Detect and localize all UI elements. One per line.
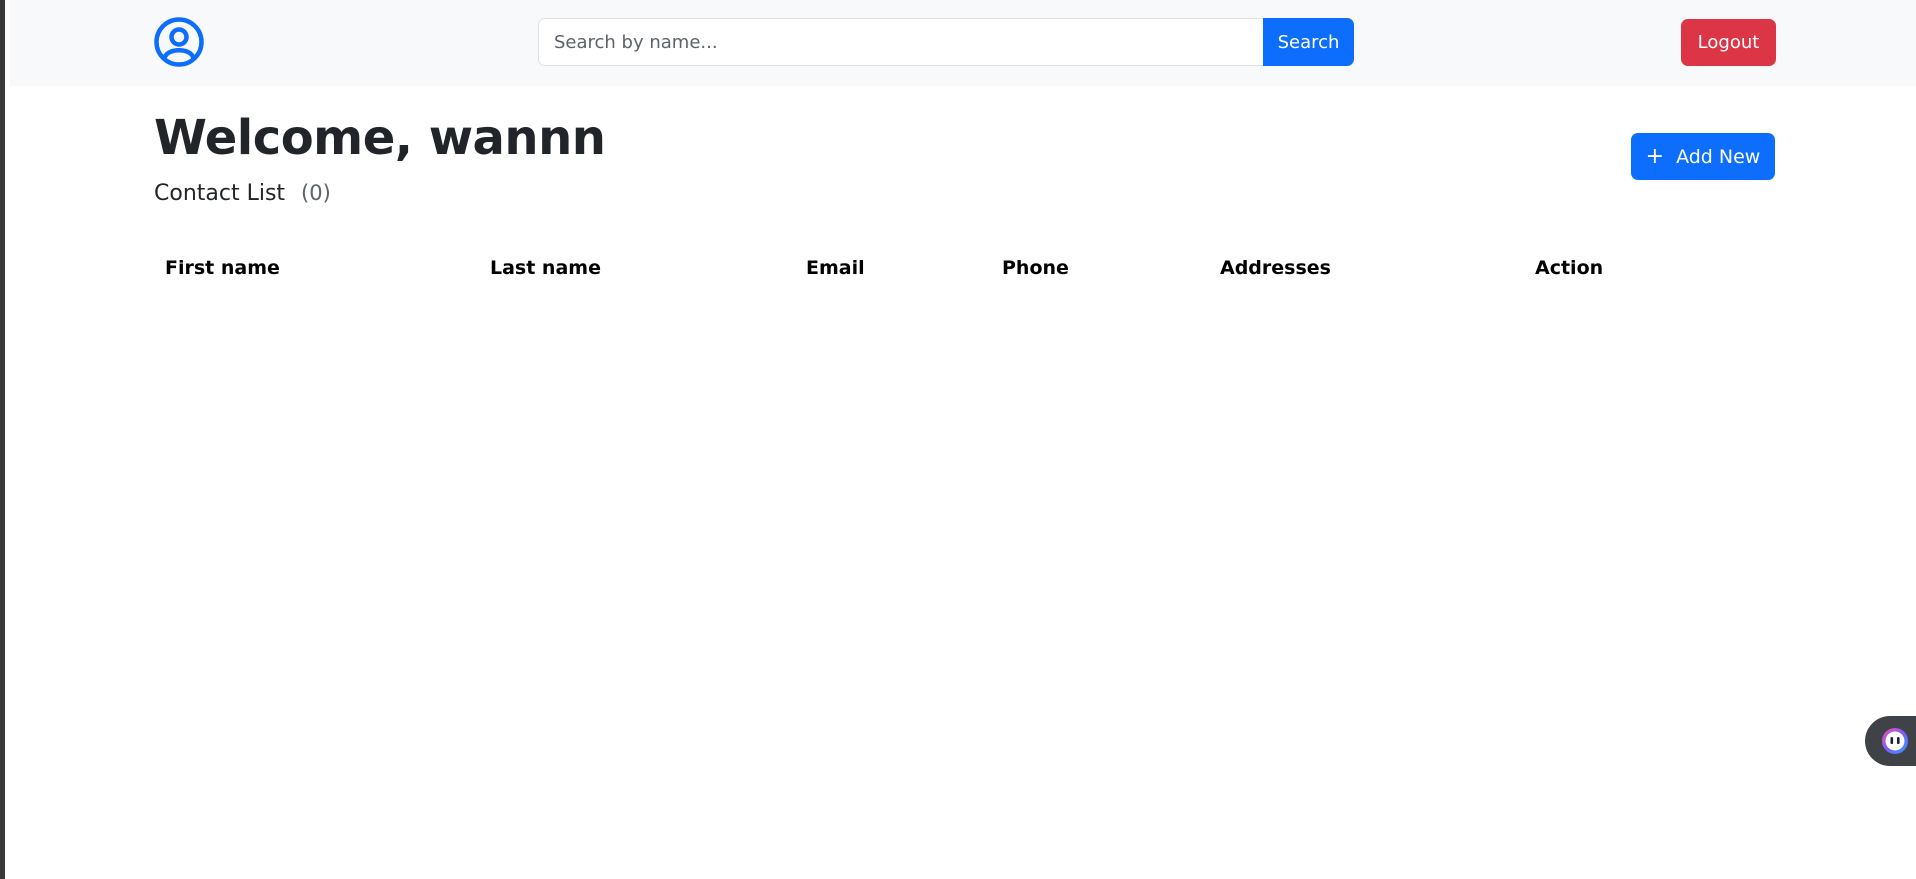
- search-button[interactable]: Search: [1263, 18, 1354, 66]
- add-new-label: Add New: [1676, 145, 1761, 168]
- contact-list-label: Contact List: [154, 180, 286, 206]
- plus-icon: +: [1645, 143, 1665, 169]
- column-header-addresses: Addresses: [1220, 257, 1331, 279]
- logout-button[interactable]: Logout: [1681, 19, 1776, 66]
- contact-count: (0): [301, 181, 331, 205]
- column-header-email: Email: [806, 257, 865, 279]
- search-input[interactable]: [538, 18, 1263, 66]
- person-circle-icon[interactable]: [153, 16, 205, 68]
- navbar: Search Logout: [10, 0, 1916, 86]
- column-header-last-name: Last name: [490, 257, 601, 279]
- search-form: Search: [538, 18, 1354, 66]
- column-header-phone: Phone: [1002, 257, 1069, 279]
- column-header-action: Action: [1535, 257, 1604, 279]
- column-header-first-name: First name: [165, 257, 280, 279]
- chat-widget-button[interactable]: [1865, 716, 1916, 766]
- app-window: Search Logout Welcome, wannn Contact Lis…: [0, 0, 1916, 879]
- contacts-table-header: First name Last name Email Phone Address…: [154, 250, 1775, 286]
- add-new-button[interactable]: + Add New: [1631, 133, 1775, 180]
- chat-bot-icon: [1882, 728, 1908, 754]
- page-title: Welcome, wannn: [154, 110, 606, 166]
- contact-list-heading: Contact List (0): [154, 177, 331, 209]
